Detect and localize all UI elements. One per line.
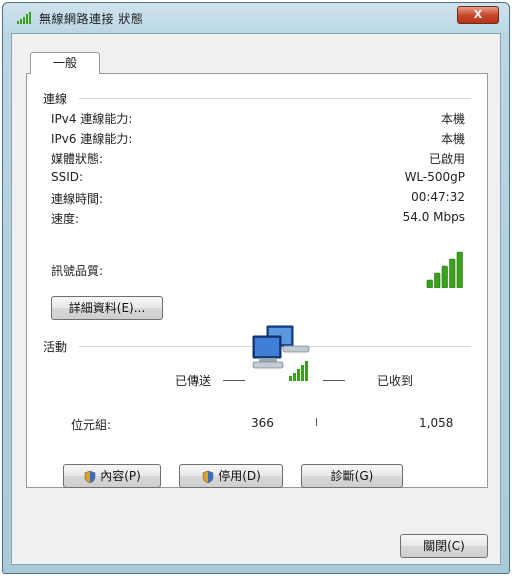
properties-button-label: 內容(P) [100, 469, 141, 483]
connection-group-title: 連線 [43, 92, 68, 106]
duration-value: 00:47:32 [411, 190, 465, 204]
signal-bar [434, 272, 441, 288]
signal-bar [449, 258, 456, 288]
ssid-value: WL-500gP [404, 170, 465, 184]
ssid-label: SSID: [51, 170, 84, 184]
signal-bar [426, 279, 433, 288]
bytes-sent-value: 366 [251, 416, 274, 430]
speed-label: 速度: [51, 212, 80, 226]
shield-icon [202, 470, 214, 483]
disable-button[interactable]: 停用(D) [179, 464, 283, 488]
speed-value: 54.0 Mbps [402, 210, 465, 224]
duration-label: 連線時間: [51, 192, 104, 206]
bytes-received-value: 1,058 [419, 416, 454, 430]
title-bar[interactable]: 無線網路連接 狀態 X [3, 3, 509, 33]
media-state-value: 已啟用 [428, 152, 465, 166]
ipv4-label: IPv4 連線能力: [51, 112, 133, 126]
connection-group-divider [79, 98, 471, 99]
close-button[interactable]: 關閉(C) [400, 534, 488, 558]
disable-button-label: 停用(D) [218, 469, 261, 483]
signal-bars-icon [426, 251, 463, 288]
media-state-label: 媒體狀態: [51, 152, 104, 166]
activity-center-line [316, 418, 317, 426]
properties-button[interactable]: 內容(P) [63, 464, 161, 488]
close-icon[interactable]: X [457, 6, 499, 24]
tab-panel-general: 連線 IPv4 連線能力: 本機 IPv6 連線能力: 本機 媒體狀態: 已啟用… [26, 73, 488, 488]
network-computers-icon [252, 325, 310, 381]
ipv6-label: IPv6 連線能力: [51, 132, 133, 146]
signal-bar [441, 265, 448, 288]
sent-connector-line [223, 380, 245, 381]
tab-general[interactable]: 一般 [30, 52, 100, 74]
signal-bars-icon [17, 12, 31, 24]
ipv6-value: 本機 [440, 132, 465, 146]
sent-label: 已傳送 [175, 374, 212, 388]
dialog-client-area: 一般 連線 IPv4 連線能力: 本機 IPv6 連線能力: 本機 媒體狀態: … [11, 33, 501, 565]
status-dialog: 無線網路連接 狀態 X 一般 連線 IPv4 連線能力: 本機 IPv6 連線能… [2, 2, 510, 574]
shield-icon [84, 470, 96, 483]
signal-quality-label: 訊號品質: [51, 264, 104, 278]
received-label: 已收到 [377, 374, 414, 388]
activity-group-title: 活動 [43, 340, 68, 354]
signal-bar [456, 251, 463, 288]
ipv4-value: 本機 [440, 112, 465, 126]
details-button[interactable]: 詳細資料(E)... [51, 296, 163, 320]
bytes-label: 位元組: [71, 418, 112, 432]
received-connector-line [323, 380, 345, 381]
window-title: 無線網路連接 狀態 [39, 12, 144, 26]
diagnose-button[interactable]: 診斷(G) [301, 464, 403, 488]
